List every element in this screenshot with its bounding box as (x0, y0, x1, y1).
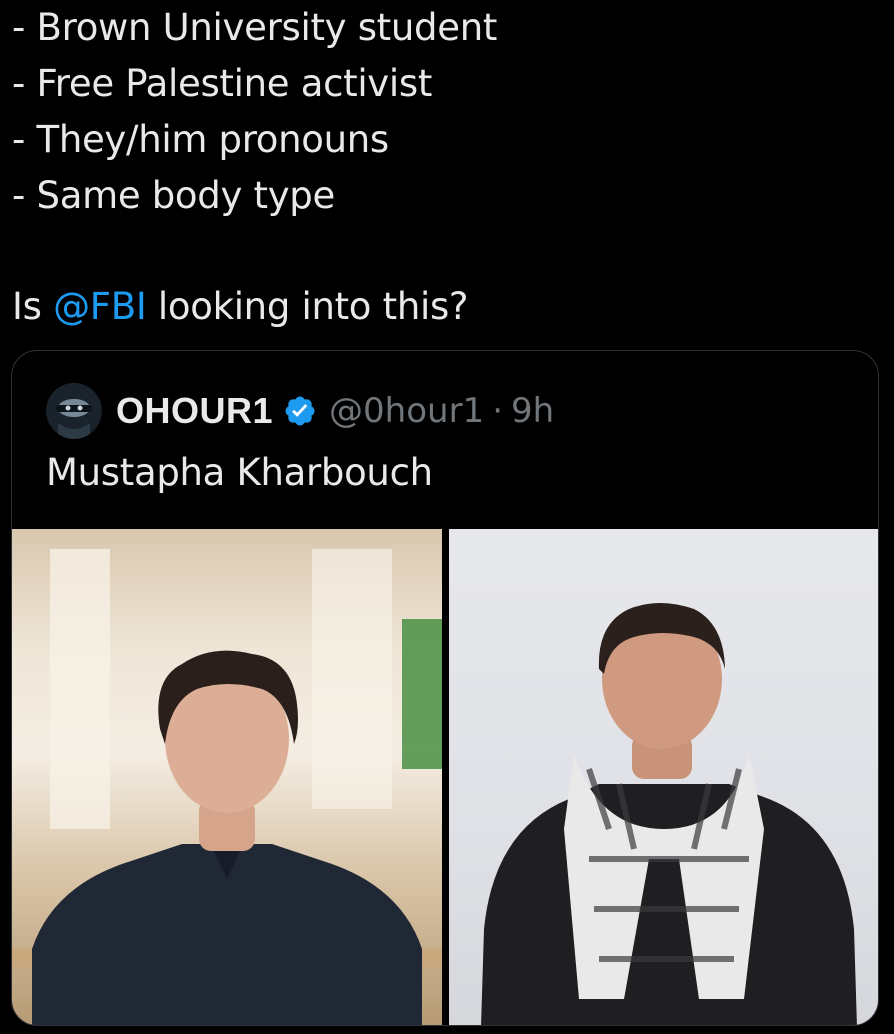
quote-text: Mustapha Kharbouch (46, 451, 433, 494)
mention-link[interactable]: @FBI (53, 285, 147, 328)
left-photo[interactable] (12, 529, 442, 1025)
tweet-question: Is @FBI looking into this? (12, 279, 882, 335)
question-suffix: looking into this? (146, 285, 469, 328)
tweet-line: - Same body type (12, 174, 335, 217)
quote-timestamp[interactable]: 9h (511, 391, 554, 431)
quote-header: OHOUR1 @0hour1 · 9h (46, 383, 554, 439)
right-photo[interactable] (449, 529, 878, 1025)
quoted-tweet-card[interactable]: OHOUR1 @0hour1 · 9h Mustapha Kharbouch (11, 350, 879, 1026)
right-photo-image (481, 603, 857, 1025)
avatar-image (47, 384, 101, 439)
left-photo-image (12, 549, 442, 1025)
question-prefix: Is (12, 285, 54, 328)
tweet-line: - Free Palestine activist (12, 62, 433, 105)
tweet-line: - Brown University student (12, 6, 498, 49)
quote-media (12, 529, 878, 1025)
avatar[interactable] (46, 383, 102, 439)
tweet-line: - They/him pronouns (12, 118, 389, 161)
tweet-body: - Brown University student - Free Palest… (12, 0, 882, 335)
quote-separator: · (492, 391, 503, 431)
quote-handle[interactable]: @0hour1 (329, 391, 484, 431)
verified-badge-icon (285, 396, 315, 426)
quote-display-name[interactable]: OHOUR1 (116, 390, 273, 432)
